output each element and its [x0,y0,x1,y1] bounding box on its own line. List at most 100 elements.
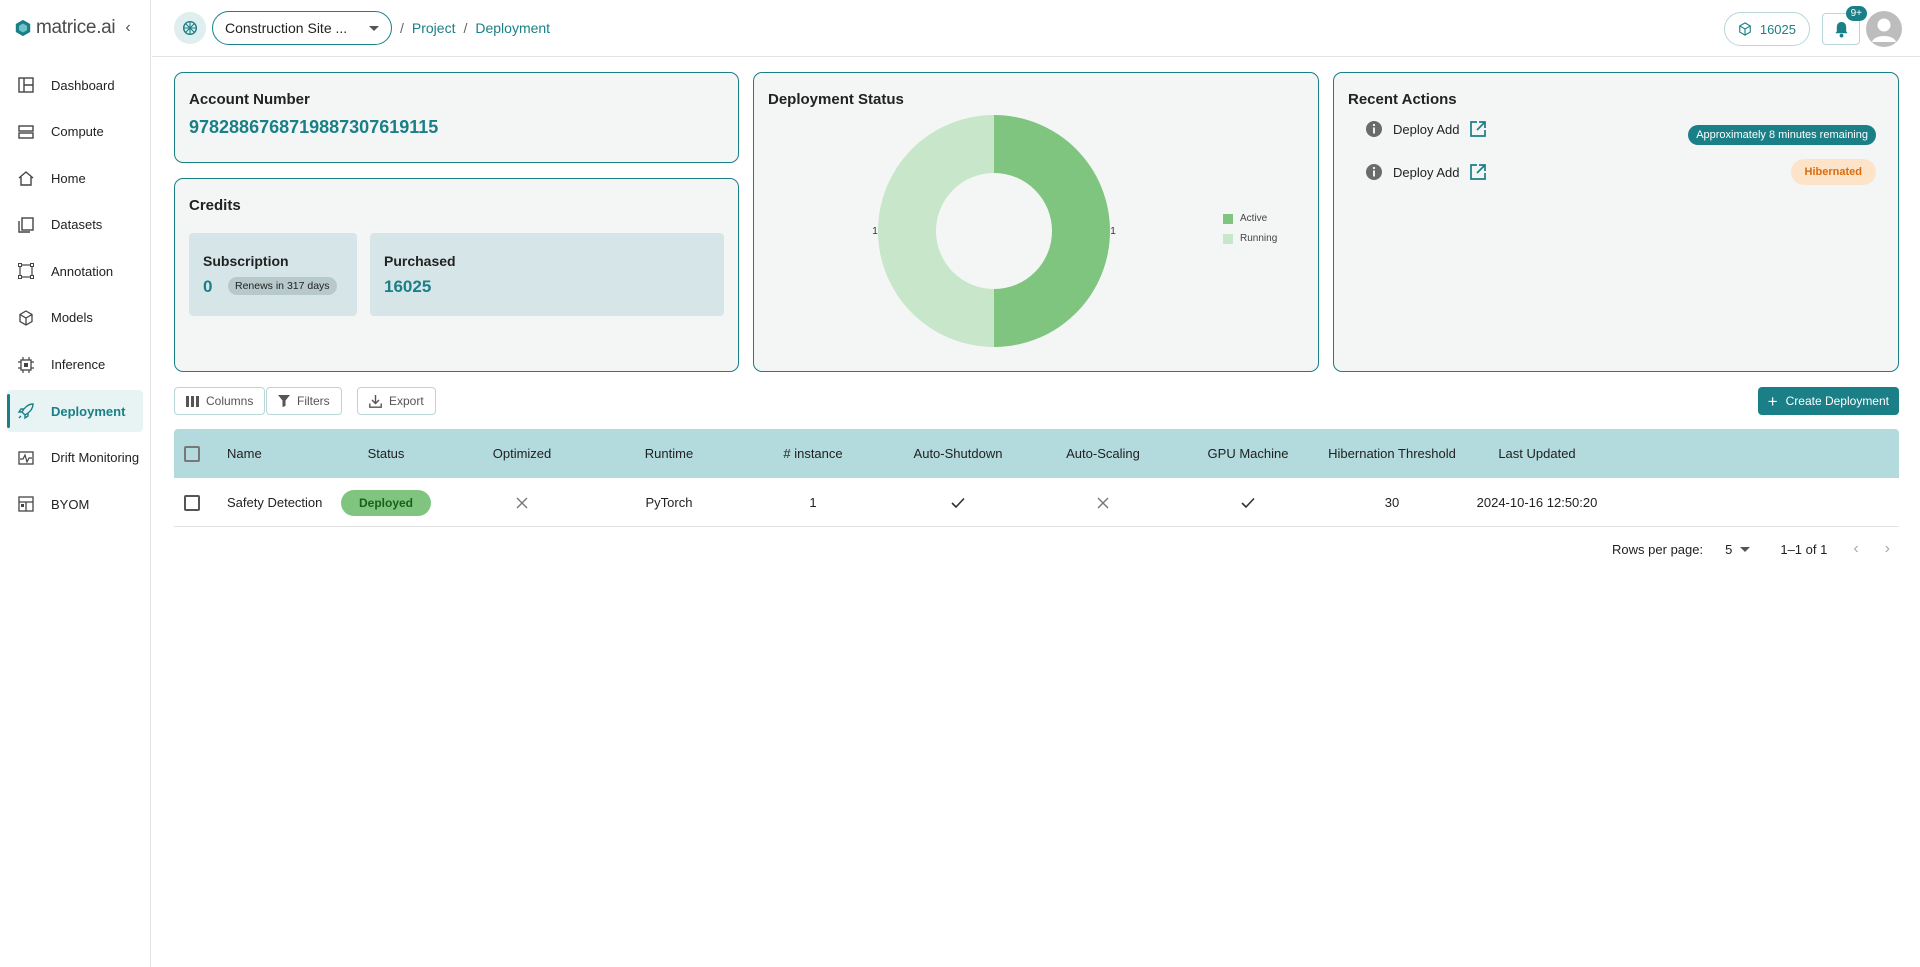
recent-actions-card: Recent Actions Deploy Add Approximately 8… [1333,72,1899,372]
project-logo-icon [182,20,198,36]
plus-icon: + [1767,391,1778,411]
avatar[interactable] [1866,11,1902,47]
donut-slice-active[interactable] [994,115,1110,347]
rows-per-page-value: 5 [1725,541,1733,557]
renews-chip: Renews in 317 days [228,277,337,295]
column-header-optimized[interactable]: Optimized [452,429,592,478]
filters-button[interactable]: Filters [266,387,342,415]
table-header: Name Status Optimized Runtime # instance Auto… [174,429,1899,478]
check-icon [1241,497,1255,508]
drift-icon [17,449,35,467]
project-select-value: Construction Site ... [225,20,348,36]
sidebar-item-dashboard[interactable]: Dashboard [7,64,143,106]
sidebar-item-label: Datasets [51,217,103,233]
sidebar-item-label: Drift Monitoring [51,450,140,466]
cell-gpu-machine [1178,478,1318,527]
export-button[interactable]: Export [357,387,436,415]
breadcrumb-project[interactable]: Project [412,20,456,36]
column-header-last-updated[interactable]: Last Updated [1457,429,1617,478]
purchased-box: Purchased 16025 [370,233,724,316]
chart-legend: Active Running [1223,213,1277,253]
close-icon [1097,497,1109,508]
project-select[interactable]: Construction Site ... [212,11,392,45]
legend-item-running[interactable]: Running [1223,233,1277,244]
recent-actions-title: Recent Actions [1348,91,1457,108]
models-icon [17,309,35,327]
credits-value: 16025 [1759,21,1796,37]
recent-action-status: Approximately 8 minutes remaining [1688,125,1876,145]
purchased-value: 16025 [384,277,432,296]
breadcrumb-deployment[interactable]: Deployment [475,20,550,36]
logo-icon [15,19,31,37]
previous-page-icon[interactable]: ‹ [1853,540,1858,558]
cell-hibernation-threshold: 30 [1384,495,1400,510]
checkbox-box [184,445,200,462]
collapse-sidebar-icon[interactable]: ‹ [125,19,130,37]
sidebar-item-deployment[interactable]: Deployment [7,390,143,433]
credits-chip[interactable]: 16025 [1723,12,1810,46]
check-icon [951,497,965,508]
info-icon[interactable] [1365,120,1383,138]
sidebar-item-models[interactable]: Models [7,297,143,339]
credits-card: Credits Subscription 0 Renews in 317 day… [174,178,739,372]
filter-icon [278,395,290,407]
topbar-actions: 16025 9+ [1723,6,1902,47]
column-header-auto-scaling[interactable]: Auto-Scaling [1033,429,1173,478]
open-external-icon[interactable] [1469,163,1487,181]
subscription-box: Subscription 0 Renews in 317 days [189,233,357,316]
recent-action-label: Deploy Add [1393,121,1460,137]
create-deployment-button[interactable]: + Create Deployment [1757,387,1899,415]
sidebar-item-annotation[interactable]: Annotation [7,250,143,292]
project-icon [174,12,206,44]
status-badge: Deployed [340,489,431,516]
rows-per-page-select[interactable]: 5 [1725,541,1751,557]
notification-badge: 9+ [1845,6,1867,21]
recent-action-status: Hibernated [1790,159,1876,185]
sidebar-item-inference[interactable]: Inference [7,344,143,386]
open-external-icon[interactable] [1469,120,1487,138]
cube-icon [1739,22,1751,36]
breadcrumb-separator: / [463,20,468,36]
next-page-icon[interactable]: › [1885,540,1890,558]
column-header-hibernation-threshold[interactable]: Hibernation Threshold [1312,429,1472,478]
sidebar-item-home[interactable]: Home [7,157,143,199]
legend-item-active[interactable]: Active [1223,213,1277,224]
account-number-title: Account Number [189,91,310,108]
select-all-checkbox[interactable] [184,429,200,478]
account-number-card: Account Number 97828867687198873076191​1… [174,72,739,163]
notifications-button[interactable]: 9+ [1822,6,1867,45]
column-header-runtime[interactable]: Runtime [599,429,739,478]
columns-label: Columns [206,394,254,408]
close-icon [516,497,528,508]
donut-value-label: 1 [1110,226,1116,237]
column-header-auto-shutdown[interactable]: Auto-Shutdown [888,429,1028,478]
column-header-instance[interactable]: # instance [743,429,883,478]
legend-label: Running [1240,233,1278,244]
datasets-icon [17,216,35,234]
subscription-value: 0 [203,277,213,296]
download-icon [369,394,382,408]
pagination: Rows per page: 5 1–1 of 1 ‹ › [1612,540,1890,558]
row-checkbox[interactable] [184,478,200,527]
sidebar-item-byom[interactable]: BYOM [7,483,143,525]
donut-slice-running[interactable] [878,115,994,347]
table-row[interactable]: Safety Detection Deployed PyTorch 1 30 2024-1… [174,478,1899,527]
sidebar-item-compute[interactable]: Compute [7,111,143,153]
user-avatar-icon [1872,18,1896,42]
sidebar-item-drift-monitoring[interactable]: Drift Monitoring [7,437,143,479]
recent-action-item: Deploy Add [1365,120,1487,138]
column-header-gpu-machine[interactable]: GPU Machine [1178,429,1318,478]
sidebar-item-label: BYOM [51,496,90,512]
info-icon[interactable] [1365,163,1383,181]
recent-action-label: Deploy Add [1393,164,1460,180]
create-deployment-label: Create Deployment [1785,394,1889,408]
sidebar-item-datasets[interactable]: Datasets [7,204,143,246]
cell-auto-shutdown [888,478,1028,527]
column-header-status[interactable]: Status [316,429,456,478]
app-root: matrice.ai ‹ Dashboard Compute Home Dataset… [0,0,1920,967]
rows-per-page-label: Rows per page: [1612,541,1704,557]
cell-auto-scaling [1033,478,1173,527]
bell-icon [1834,21,1848,37]
columns-button[interactable]: Columns [174,387,266,415]
deployments-table: Name Status Optimized Runtime # instance Auto… [174,429,1899,527]
